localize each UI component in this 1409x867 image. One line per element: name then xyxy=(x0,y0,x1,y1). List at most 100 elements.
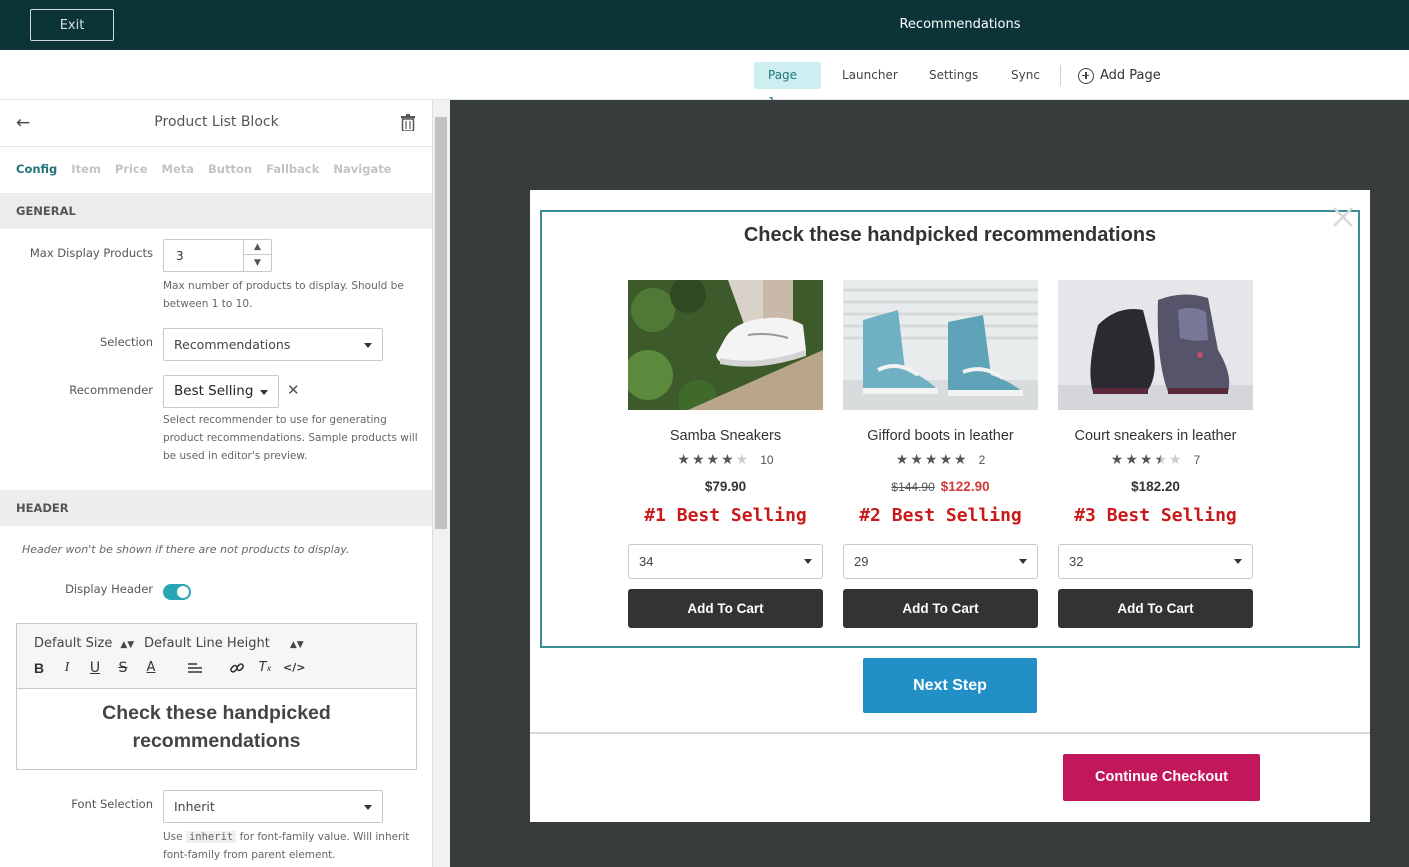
caret-down-icon xyxy=(1234,559,1242,564)
max-display-value: 3 xyxy=(176,249,184,263)
star-icon: ★ xyxy=(721,452,734,468)
panel-header: ← Product List Block xyxy=(0,100,432,147)
inline-code: inherit xyxy=(185,831,237,843)
price-value: $182.20 xyxy=(1131,479,1180,494)
star-icon: ★ xyxy=(735,452,749,468)
product-price: $182.20 xyxy=(1058,479,1253,494)
price-value: $79.90 xyxy=(704,479,747,494)
star-icon: ★ xyxy=(1125,452,1138,468)
continue-checkout-button[interactable]: Continue Checkout xyxy=(1063,754,1260,801)
max-display-input[interactable]: 3 ▲ ▼ xyxy=(163,239,272,272)
size-select[interactable]: 29 xyxy=(843,544,1038,579)
size-select[interactable]: 34 xyxy=(628,544,823,579)
product-image[interactable] xyxy=(1058,280,1253,410)
trash-icon[interactable] xyxy=(401,114,415,131)
help-line: Use inherit for font-family value. Will … xyxy=(163,828,409,846)
review-count: 10 xyxy=(760,453,774,467)
recommender-label: Recommender xyxy=(69,383,153,397)
tab-sync[interactable]: Sync xyxy=(997,62,1054,89)
editor-content[interactable]: Check these handpicked recommendations xyxy=(17,699,416,755)
app-title: Recommendations xyxy=(899,17,1021,32)
font-selection-label: Font Selection xyxy=(71,797,153,811)
panel-scrollbar[interactable] xyxy=(433,100,450,867)
next-step-button[interactable]: Next Step xyxy=(863,658,1037,713)
half-star-icon: ★ xyxy=(1154,452,1167,468)
plus-circle-icon xyxy=(1078,67,1094,84)
help-line: Max number of products to display. Shoul… xyxy=(163,280,404,292)
star-icon: ★ xyxy=(954,452,967,468)
star-icon: ★ xyxy=(1139,452,1153,468)
stepper-up-icon[interactable]: ▲ xyxy=(244,240,271,255)
align-icon[interactable] xyxy=(187,660,203,676)
subtab-config[interactable]: Config xyxy=(16,162,57,176)
top-bar: Exit Recommendations xyxy=(0,0,1409,50)
line-height-select[interactable]: Default Line Height ▲▼ xyxy=(144,636,304,651)
header-section-heading: HEADER xyxy=(0,490,432,526)
link-icon[interactable] xyxy=(229,660,245,676)
tab-page-1[interactable]: Page 1 xyxy=(754,62,821,109)
size-select[interactable]: 32 xyxy=(1058,544,1253,579)
recommender-help: Select recommender to use for generating… xyxy=(163,411,418,465)
tab-launcher[interactable]: Launcher xyxy=(828,62,912,89)
selection-label: Selection xyxy=(100,335,153,349)
tab-settings[interactable]: Settings xyxy=(915,62,992,89)
header-rich-text-editor: Default Size ▲▼ Default Line Height ▲▼ B I… xyxy=(16,623,417,770)
caret-down-icon xyxy=(804,559,812,564)
star-rating: ★ ★ ★ ★ ★ 10 xyxy=(628,452,823,468)
page-tabs-bar: Page 1 Launcher Settings Sync Add Page xyxy=(0,50,1409,109)
subtab-button[interactable]: Button xyxy=(208,162,252,176)
add-to-cart-button[interactable]: Add To Cart xyxy=(628,589,823,628)
block-settings-panel: ← Product List Block Config Item Price M… xyxy=(0,100,433,867)
add-to-cart-button[interactable]: Add To Cart xyxy=(843,589,1038,628)
general-section-heading: GENERAL xyxy=(0,193,432,229)
font-selection-dropdown[interactable]: Inherit xyxy=(163,790,383,823)
subtab-item[interactable]: Item xyxy=(71,162,101,176)
star-icon: ★ xyxy=(1110,452,1124,468)
product-name[interactable]: Court sneakers in leather xyxy=(1058,428,1253,444)
bold-icon[interactable]: B xyxy=(31,660,47,676)
star-icon: ★ xyxy=(895,452,909,468)
text-color-icon[interactable]: A xyxy=(143,660,159,676)
review-count: 2 xyxy=(978,453,986,467)
add-page-label: Add Page xyxy=(1100,68,1161,83)
italic-icon[interactable]: I xyxy=(59,660,75,676)
star-icon: ★ xyxy=(1169,452,1182,468)
strikethrough-icon[interactable]: S xyxy=(115,660,131,676)
display-header-label: Display Header xyxy=(65,582,153,596)
editor-toolbar: Default Size ▲▼ Default Line Height ▲▼ B I… xyxy=(17,624,416,689)
star-rating: ★ ★ ★ ★ ★ 7 xyxy=(1058,452,1253,468)
caret-down-icon xyxy=(1019,559,1027,564)
clear-format-icon[interactable]: Tx xyxy=(257,660,273,676)
original-price: $144.90 xyxy=(891,480,935,494)
add-page-button[interactable]: Add Page xyxy=(1078,62,1161,89)
scrollbar-thumb[interactable] xyxy=(435,117,447,529)
code-icon[interactable]: </> xyxy=(283,660,305,676)
product-image[interactable] xyxy=(623,277,823,420)
underline-icon[interactable]: U xyxy=(87,660,103,676)
caret-down-icon xyxy=(364,343,372,348)
product-name[interactable]: Samba Sneakers xyxy=(628,428,823,444)
stepper-down-icon[interactable]: ▼ xyxy=(244,255,271,270)
font-size-select[interactable]: Default Size ▲▼ xyxy=(34,636,134,651)
exit-button[interactable]: Exit xyxy=(30,9,114,41)
tab-divider xyxy=(1060,65,1061,86)
panel-title: Product List Block xyxy=(154,114,279,130)
display-header-toggle[interactable] xyxy=(163,584,191,600)
caret-down-icon xyxy=(364,805,372,810)
subtab-navigate[interactable]: Navigate xyxy=(333,162,391,176)
add-to-cart-button[interactable]: Add To Cart xyxy=(1058,589,1253,628)
star-icon: ★ xyxy=(691,452,705,468)
size-value: 29 xyxy=(854,554,869,569)
subtab-meta[interactable]: Meta xyxy=(162,162,195,176)
product-name[interactable]: Gifford boots in leather xyxy=(843,428,1038,444)
selection-dropdown[interactable]: Recommendations xyxy=(163,328,383,361)
subtab-fallback[interactable]: Fallback xyxy=(266,162,319,176)
recommender-dropdown[interactable]: Best Selling xyxy=(163,375,279,408)
max-display-help: Max number of products to display. Shoul… xyxy=(163,277,404,313)
subtab-price[interactable]: Price xyxy=(115,162,148,176)
help-text: Use xyxy=(163,831,183,843)
product-image[interactable] xyxy=(843,280,1038,410)
clear-recommender-icon[interactable]: ✕ xyxy=(287,381,300,399)
recommender-value: Best Selling xyxy=(174,383,254,399)
selection-value: Recommendations xyxy=(174,337,291,352)
